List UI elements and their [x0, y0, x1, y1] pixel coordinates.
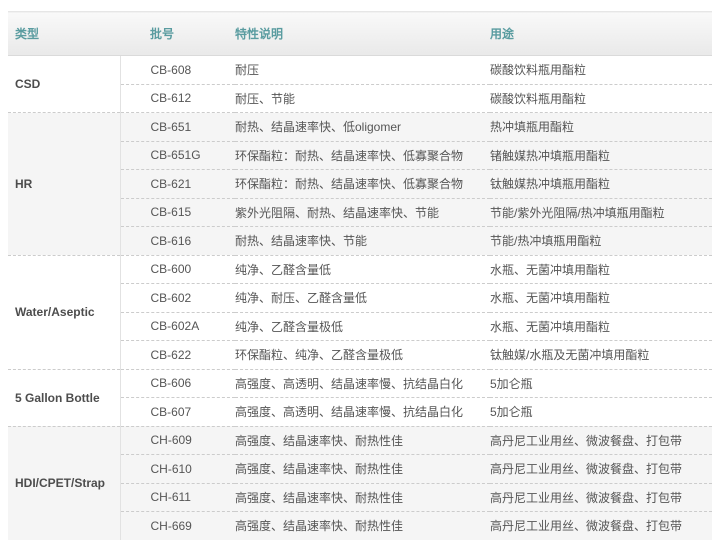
characteristics-cell: 高强度、高透明、结晶速率慢、抗结晶白化	[235, 398, 490, 427]
batch-cell: CB-602A	[120, 312, 235, 341]
usage-cell: 热冲填瓶用酯粒	[490, 113, 712, 142]
product-spec-table: 类型 批号 特性说明 用途 CSDCB-608耐压碳酸饮料瓶用酯粒CB-612耐…	[8, 11, 712, 540]
table-row: 5 Gallon BottleCB-606高强度、高透明、结晶速率慢、抗结晶白化…	[8, 369, 712, 398]
usage-cell: 碳酸饮料瓶用酯粒	[490, 84, 712, 113]
batch-cell: CB-607	[120, 398, 235, 427]
table-header-row: 类型 批号 特性说明 用途	[8, 12, 712, 56]
characteristics-cell: 环保酯粒：耐热、结晶速率快、低寡聚合物	[235, 170, 490, 199]
table-row: HDI/CPET/StrapCH-609高强度、结晶速率快、耐热性佳高丹尼工业用…	[8, 426, 712, 455]
product-spec-table-container: 类型 批号 特性说明 用途 CSDCB-608耐压碳酸饮料瓶用酯粒CB-612耐…	[8, 11, 712, 540]
batch-cell: CH-611	[120, 483, 235, 512]
usage-cell: 水瓶、无菌冲填用酯粒	[490, 255, 712, 284]
usage-cell: 节能/紫外光阻隔/热冲填瓶用酯粒	[490, 198, 712, 227]
usage-cell: 水瓶、无菌冲填用酯粒	[490, 284, 712, 313]
type-cell: CSD	[8, 56, 120, 113]
type-cell: HDI/CPET/Strap	[8, 426, 120, 540]
table-row: CSDCB-608耐压碳酸饮料瓶用酯粒	[8, 56, 712, 85]
col-header-usage: 用途	[490, 12, 712, 56]
table-row: Water/AsepticCB-600纯净、乙醛含量低水瓶、无菌冲填用酯粒	[8, 255, 712, 284]
characteristics-cell: 环保酯粒、纯净、乙醛含量极低	[235, 341, 490, 370]
usage-cell: 5加仑瓶	[490, 369, 712, 398]
characteristics-cell: 耐热、结晶速率快、低oligomer	[235, 113, 490, 142]
characteristics-cell: 纯净、乙醛含量低	[235, 255, 490, 284]
type-cell: Water/Aseptic	[8, 255, 120, 369]
batch-cell: CH-669	[120, 512, 235, 540]
characteristics-cell: 纯净、乙醛含量极低	[235, 312, 490, 341]
usage-cell: 高丹尼工业用丝、微波餐盘、打包带	[490, 455, 712, 484]
col-header-batch: 批号	[120, 12, 235, 56]
characteristics-cell: 耐压、节能	[235, 84, 490, 113]
usage-cell: 钛触媒热冲填瓶用酯粒	[490, 170, 712, 199]
characteristics-cell: 高强度、结晶速率快、耐热性佳	[235, 483, 490, 512]
characteristics-cell: 高强度、高透明、结晶速率慢、抗结晶白化	[235, 369, 490, 398]
usage-cell: 碳酸饮料瓶用酯粒	[490, 56, 712, 85]
type-cell: HR	[8, 113, 120, 256]
batch-cell: CB-621	[120, 170, 235, 199]
usage-cell: 水瓶、无菌冲填用酯粒	[490, 312, 712, 341]
batch-cell: CB-602	[120, 284, 235, 313]
usage-cell: 高丹尼工业用丝、微波餐盘、打包带	[490, 483, 712, 512]
characteristics-cell: 耐热、结晶速率快、节能	[235, 227, 490, 256]
batch-cell: CH-609	[120, 426, 235, 455]
characteristics-cell: 纯净、耐压、乙醛含量低	[235, 284, 490, 313]
characteristics-cell: 高强度、结晶速率快、耐热性佳	[235, 455, 490, 484]
batch-cell: CB-651	[120, 113, 235, 142]
characteristics-cell: 耐压	[235, 56, 490, 85]
usage-cell: 节能/热冲填瓶用酯粒	[490, 227, 712, 256]
batch-cell: CB-615	[120, 198, 235, 227]
usage-cell: 高丹尼工业用丝、微波餐盘、打包带	[490, 512, 712, 540]
characteristics-cell: 环保酯粒：耐热、结晶速率快、低寡聚合物	[235, 141, 490, 170]
usage-cell: 高丹尼工业用丝、微波餐盘、打包带	[490, 426, 712, 455]
usage-cell: 锗触媒热冲填瓶用酯粒	[490, 141, 712, 170]
batch-cell: CB-612	[120, 84, 235, 113]
usage-cell: 5加仑瓶	[490, 398, 712, 427]
characteristics-cell: 高强度、结晶速率快、耐热性佳	[235, 426, 490, 455]
col-header-characteristics: 特性说明	[235, 12, 490, 56]
batch-cell: CB-651G	[120, 141, 235, 170]
usage-cell: 钛触媒/水瓶及无菌冲填用酯粒	[490, 341, 712, 370]
batch-cell: CB-608	[120, 56, 235, 85]
col-header-type: 类型	[8, 12, 120, 56]
table-row: HRCB-651耐热、结晶速率快、低oligomer热冲填瓶用酯粒	[8, 113, 712, 142]
characteristics-cell: 紫外光阻隔、耐热、结晶速率快、节能	[235, 198, 490, 227]
characteristics-cell: 高强度、结晶速率快、耐热性佳	[235, 512, 490, 540]
batch-cell: CB-600	[120, 255, 235, 284]
batch-cell: CB-606	[120, 369, 235, 398]
type-cell: 5 Gallon Bottle	[8, 369, 120, 426]
batch-cell: CH-610	[120, 455, 235, 484]
batch-cell: CB-622	[120, 341, 235, 370]
batch-cell: CB-616	[120, 227, 235, 256]
